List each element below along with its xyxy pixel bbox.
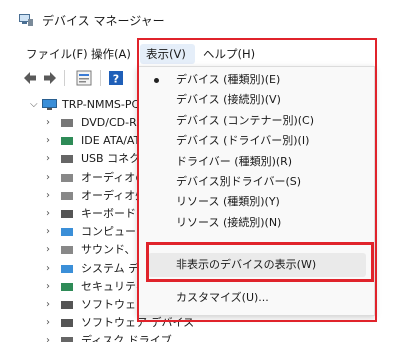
chevron-right-icon[interactable]: ›	[46, 114, 54, 132]
properties-icon[interactable]	[76, 70, 92, 86]
tree-item-label: IDE ATA/AT	[81, 134, 141, 148]
tree-item[interactable]: › コンピューター	[0, 223, 158, 241]
tree-item-label: ディスク ドライブ	[81, 334, 172, 342]
menu-view[interactable]: 表示(V)	[140, 44, 195, 64]
chevron-right-icon[interactable]: ›	[46, 205, 54, 223]
keyboard-icon	[61, 210, 73, 218]
tree-item[interactable]: › USB コネクタ	[0, 150, 151, 168]
menu-action[interactable]: 操作(A)	[91, 44, 131, 64]
chevron-right-icon[interactable]: ›	[46, 278, 54, 296]
audio-io-icon	[61, 173, 73, 182]
tree-item[interactable]: › ソフトウェア デバイス	[0, 314, 194, 332]
tree-item[interactable]: › システム デバ	[0, 260, 150, 278]
computer-icon	[42, 99, 57, 110]
help-icon[interactable]: ?	[108, 70, 124, 86]
chevron-right-icon[interactable]: ›	[46, 260, 54, 278]
menu-item-show-hidden-devices[interactable]: 非表示のデバイスの表示(W)	[176, 256, 316, 274]
tree-item[interactable]: › IDE ATA/AT	[0, 132, 140, 150]
view-dropdown-menu: デバイス (種類別)(E) デバイス (接続別)(V) デバイス (コンテナー別)(…	[137, 66, 375, 316]
window-title: デバイス マネージャー	[42, 14, 165, 28]
tree-root-label: TRP-NMMS-PC	[62, 98, 140, 111]
chevron-down-icon[interactable]: ⌵	[30, 96, 38, 114]
menu-bar: ファイル(F) 操作(A) 表示(V) ヘルプ(H)	[0, 40, 418, 66]
chevron-right-icon[interactable]: ›	[46, 223, 54, 241]
chevron-right-icon[interactable]: ›	[46, 314, 54, 332]
menu-separator	[148, 242, 370, 243]
system-device-icon	[61, 264, 73, 273]
device-manager-icon	[19, 14, 33, 26]
forward-arrow-icon[interactable]	[42, 70, 58, 86]
software-device-icon	[61, 319, 73, 328]
tree-item[interactable]: › ディスク ドライブ	[0, 332, 172, 342]
menu-item-view-option[interactable]: デバイス (種類別)(E)	[176, 71, 280, 89]
menu-file[interactable]: ファイル(F)	[26, 44, 88, 64]
tree-item[interactable]: › オーディオの	[0, 169, 146, 187]
radio-bullet-icon	[154, 78, 159, 83]
svg-text:?: ?	[113, 73, 119, 86]
menu-item-view-option[interactable]: デバイス (ドライバー別)(I)	[176, 132, 309, 150]
menu-item-view-option[interactable]: デバイス (接続別)(V)	[176, 91, 281, 109]
chevron-right-icon[interactable]: ›	[46, 169, 54, 187]
tree-item-label: DVD/CD-RO	[81, 116, 146, 129]
tree-root[interactable]: ⌵ TRP-NMMS-PC	[0, 96, 140, 114]
chevron-right-icon[interactable]: ›	[46, 296, 54, 314]
tree-item[interactable]: › サウンド、ビデ	[0, 241, 158, 259]
dvd-drive-icon	[61, 119, 73, 127]
menu-item-customize[interactable]: カスタマイズ(U)...	[176, 289, 269, 307]
tree-item[interactable]: › ソフトウェア コ	[0, 296, 162, 314]
back-arrow-icon[interactable]	[22, 70, 38, 86]
menu-item-view-option[interactable]: デバイス (コンテナー別)(C)	[176, 112, 314, 130]
chevron-right-icon[interactable]: ›	[46, 187, 54, 205]
tree-item-label: ソフトウェア デバイス	[81, 316, 195, 330]
menu-item-view-option[interactable]: リソース (接続別)(N)	[176, 214, 281, 232]
tree-item[interactable]: › DVD/CD-RO	[0, 114, 145, 132]
ide-controller-icon	[61, 137, 73, 146]
chevron-right-icon[interactable]: ›	[46, 332, 54, 342]
usb-connector-icon	[61, 155, 73, 164]
tree-item[interactable]: › キーボード	[0, 205, 140, 223]
menu-item-view-option[interactable]: リソース (種類別)(Y)	[176, 193, 280, 211]
audio-processing-icon	[61, 191, 73, 200]
tree-item[interactable]: › セキュリティ	[0, 278, 146, 296]
chevron-right-icon[interactable]: ›	[46, 241, 54, 259]
software-component-icon	[61, 301, 73, 309]
tree-item[interactable]: › オーディオ処	[0, 187, 146, 205]
sound-video-icon	[61, 246, 73, 255]
title-bar: デバイス マネージャー	[0, 0, 418, 40]
toolbar-divider	[100, 70, 101, 86]
computer-icon	[61, 228, 73, 237]
menu-separator	[148, 281, 370, 282]
chevron-right-icon[interactable]: ›	[46, 132, 54, 150]
menu-item-view-option[interactable]: デバイス別ドライバー(S)	[176, 173, 301, 191]
chevron-right-icon[interactable]: ›	[46, 150, 54, 168]
tree-item-label: キーボード	[81, 207, 136, 220]
toolbar-divider	[64, 70, 65, 86]
disk-drive-icon	[61, 337, 73, 342]
security-device-icon	[61, 282, 73, 291]
menu-help[interactable]: ヘルプ(H)	[203, 44, 255, 64]
menu-item-view-option[interactable]: ドライバー (種類別)(R)	[176, 153, 292, 171]
